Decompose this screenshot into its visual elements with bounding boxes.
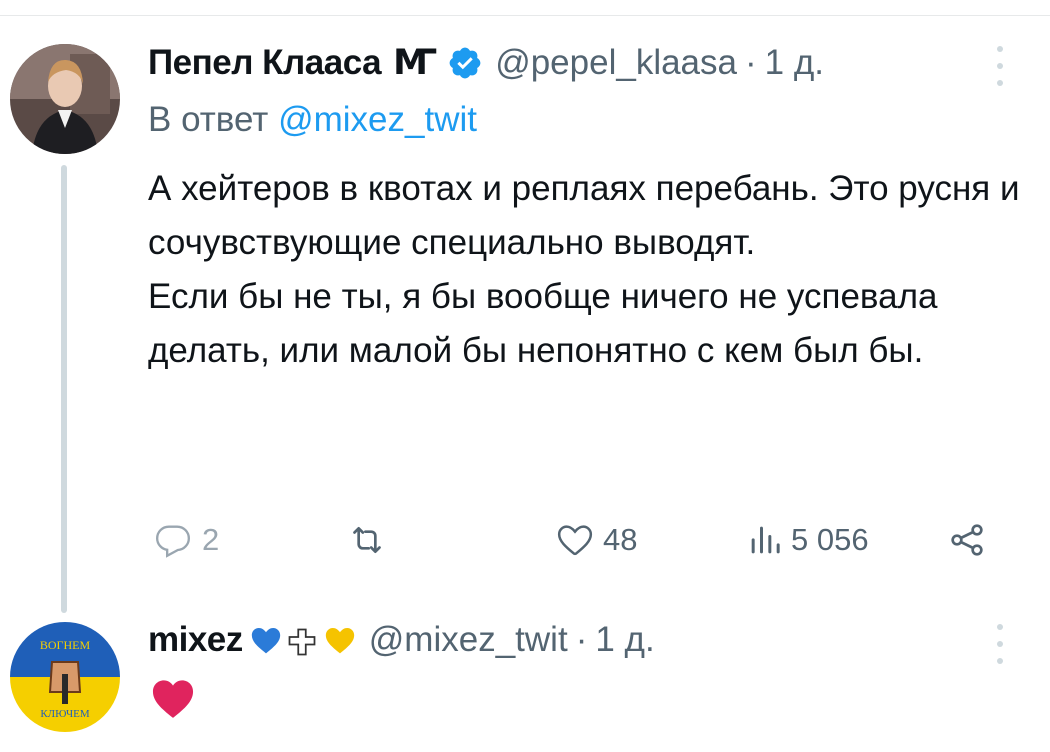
like-count: 48 <box>603 522 638 557</box>
tweet-paragraph: А хейтеров в квотах и реплаях перебань. … <box>148 169 1020 262</box>
reply-to-handle-link[interactable]: @mixez_twit <box>278 100 477 139</box>
views-bar-icon <box>745 520 785 560</box>
verified-badge-icon <box>447 45 483 81</box>
like-button[interactable]: 48 <box>553 520 637 560</box>
reply-to-line: В ответ @mixez_twit <box>148 99 477 141</box>
views-button[interactable]: 5 056 <box>745 520 869 560</box>
retweet-button[interactable] <box>343 520 397 560</box>
avatar[interactable]: ВОГНЕМ КЛЮЧЕМ <box>10 622 120 732</box>
display-name[interactable]: mixez <box>148 619 243 661</box>
tweet-header: mixez @mixez_twit · 1 д. <box>148 619 655 661</box>
avatar[interactable] <box>10 44 120 154</box>
tweet-header: Пепел Клааса Ꙧ @pepel_klaasa · 1 д. <box>148 42 824 84</box>
more-vertical-icon[interactable] <box>990 624 1010 664</box>
cross-icon <box>287 625 317 656</box>
yellow-heart-icon <box>323 623 357 657</box>
reply-count: 2 <box>202 522 220 557</box>
reply-icon <box>150 520 196 560</box>
timestamp[interactable]: 1 д. <box>765 42 824 84</box>
reply-to-label: В ответ <box>148 100 269 139</box>
blue-heart-icon <box>249 623 283 657</box>
reply-button[interactable]: 2 <box>150 520 219 560</box>
avatar-text-bottom: КЛЮЧЕМ <box>40 708 90 720</box>
display-name[interactable]: Пепел Клааса <box>148 42 382 84</box>
retweet-icon <box>343 520 391 560</box>
name-glyph: Ꙧ <box>393 43 438 82</box>
timestamp[interactable]: 1 д. <box>595 619 654 661</box>
tweet-text: А хейтеров в квотах и реплаях перебань. … <box>148 162 1028 378</box>
top-divider <box>0 15 1050 16</box>
red-heart-icon <box>150 677 196 719</box>
views-count: 5 056 <box>791 522 869 557</box>
more-vertical-icon[interactable] <box>990 46 1010 86</box>
separator-dot: · <box>745 43 757 82</box>
share-button[interactable] <box>945 520 989 560</box>
heart-icon <box>553 520 597 560</box>
separator-dot: · <box>575 620 588 659</box>
tweet-paragraph: Если бы не ты, я бы вообще ничего не усп… <box>148 277 938 370</box>
handle[interactable]: @pepel_klaasa <box>495 42 737 84</box>
action-bar: 2 48 5 056 <box>0 514 1050 566</box>
avatar-text-top: ВОГНЕМ <box>40 638 91 652</box>
share-icon <box>945 520 989 560</box>
handle[interactable]: @mixez_twit <box>369 619 568 661</box>
